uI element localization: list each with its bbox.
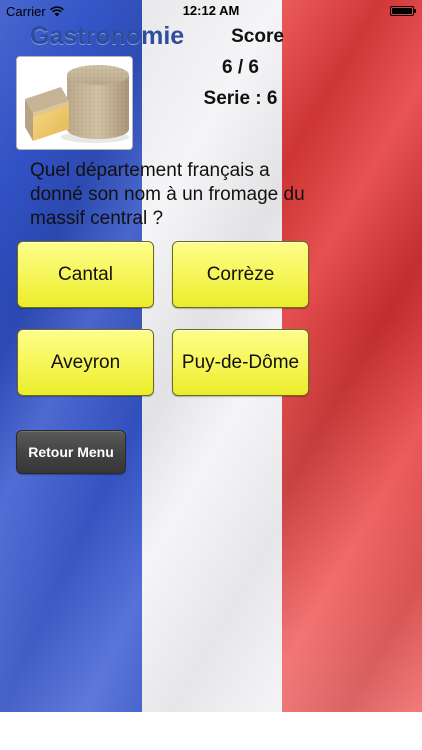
back-to-menu-button[interactable]: Retour Menu <box>16 430 126 474</box>
score-value: 6 / 6 <box>222 57 259 78</box>
answer-button-4[interactable]: Puy-de-Dôme <box>172 329 309 396</box>
answer-label: Corrèze <box>206 263 275 285</box>
quiz-screen: Carrier 12:12 AM Gastronomie Score 6 / 6… <box>0 0 422 750</box>
status-time: 12:12 AM <box>182 3 240 18</box>
answer-button-2[interactable]: Corrèze <box>172 241 309 308</box>
back-to-menu-label: Retour Menu <box>28 444 114 460</box>
answer-label: Cantal <box>58 263 113 285</box>
answer-label: Puy-de-Dôme <box>181 351 300 373</box>
answer-button-1[interactable]: Cantal <box>17 241 154 308</box>
cheese-wheel-icon <box>17 57 132 149</box>
answer-label: Aveyron <box>50 351 121 373</box>
question-image <box>16 56 133 150</box>
status-bar: Carrier 12:12 AM <box>0 0 422 22</box>
page-title: Gastronomie <box>30 22 185 50</box>
serie-value: Serie : 6 <box>203 88 278 109</box>
score-label: Score <box>231 26 284 47</box>
answer-button-3[interactable]: Aveyron <box>17 329 154 396</box>
bottom-blank-area <box>0 712 422 750</box>
battery-icon <box>390 6 416 16</box>
question-text: Quel département français a donné son no… <box>30 160 305 229</box>
